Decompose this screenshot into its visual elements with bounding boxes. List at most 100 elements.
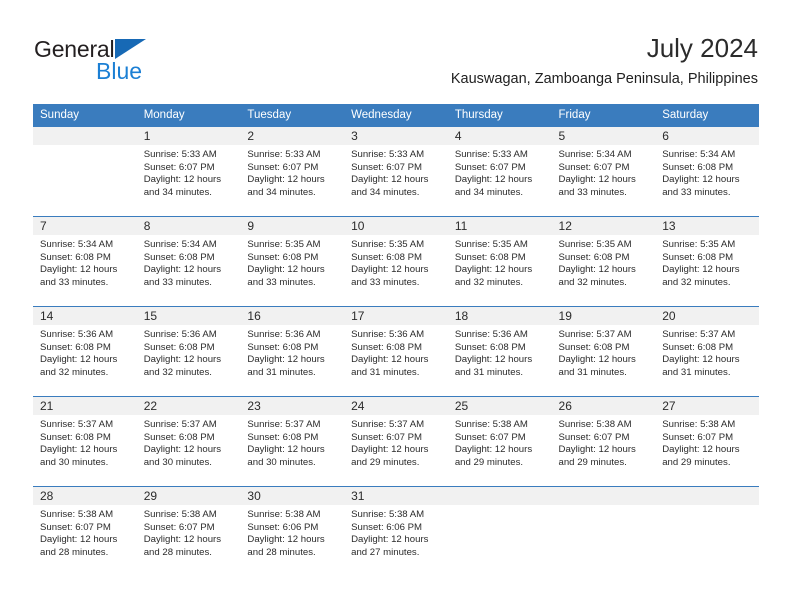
sunset-text: Sunset: 6:08 PM (454, 251, 526, 263)
calendar-day-cell[interactable]: 17 Sunrise: 5:36 AM Sunset: 6:08 PM Dayligh… (344, 306, 448, 397)
sunrise-text: Sunrise: 5:34 AM (40, 239, 114, 250)
day-cell-content: 31 Sunrise: 5:38 AM Sunset: 6:06 PM Dayligh… (344, 487, 448, 576)
sunset-text: Sunset: 6:06 PM (351, 521, 423, 533)
calendar-day-cell[interactable]: 21 Sunrise: 5:37 AM Sunset: 6:08 PM Dayligh… (33, 396, 137, 487)
calendar-day-cell[interactable]: 22 Sunrise: 5:37 AM Sunset: 6:08 PM Dayligh… (136, 396, 241, 487)
sunset-text: Sunset: 6:08 PM (662, 161, 734, 173)
daylight-text-line1: Daylight: 12 hours (454, 444, 533, 456)
weekday-header-friday: Friday (551, 104, 656, 127)
calendar-grid: Sunday Monday Tuesday Wednesday Thursday… (33, 104, 759, 576)
daylight-text-line1: Daylight: 12 hours (351, 174, 429, 186)
daylight-text-line2: and 28 minutes. (40, 546, 109, 558)
sunrise-text: Sunrise: 5:38 AM (351, 509, 425, 520)
page-header: General Blue July 2024 Kauswagan, Zamboa… (0, 0, 792, 100)
sunrise-text: Sunrise: 5:34 AM (558, 149, 632, 160)
calendar-day-cell[interactable]: 19 Sunrise: 5:37 AM Sunset: 6:08 PM Dayligh… (551, 306, 656, 397)
day-number: 12 (551, 217, 656, 235)
sunrise-text: Sunrise: 5:35 AM (351, 239, 425, 250)
calendar-day-cell[interactable]: 27 Sunrise: 5:38 AM Sunset: 6:07 PM Dayligh… (655, 396, 759, 487)
daylight-text-line2: and 34 minutes. (351, 186, 420, 198)
calendar-day-cell[interactable]: 9 Sunrise: 5:35 AM Sunset: 6:08 PM Daylight… (240, 216, 345, 307)
calendar-day-cell[interactable]: 16 Sunrise: 5:36 AM Sunset: 6:08 PM Dayligh… (240, 306, 345, 397)
calendar-day-cell[interactable]: 11 Sunrise: 5:35 AM Sunset: 6:08 PM Dayligh… (447, 216, 552, 307)
day-cell-content: 27 Sunrise: 5:38 AM Sunset: 6:07 PM Dayligh… (655, 397, 759, 486)
day-sun-info: Sunrise: 5:36 AM Sunset: 6:08 PM Daylight:… (344, 325, 448, 379)
calendar-day-cell[interactable] (447, 486, 552, 576)
daylight-text-line2: and 33 minutes. (351, 276, 420, 288)
day-cell-content: 9 Sunrise: 5:35 AM Sunset: 6:08 PM Daylight… (240, 217, 345, 306)
calendar-day-cell[interactable]: 6 Sunrise: 5:34 AM Sunset: 6:08 PM Daylight… (655, 126, 759, 217)
sunrise-text: Sunrise: 5:37 AM (247, 419, 321, 430)
sunrise-text: Sunrise: 5:38 AM (40, 509, 114, 520)
sunset-text: Sunset: 6:07 PM (247, 161, 319, 173)
calendar-day-cell[interactable]: 24 Sunrise: 5:37 AM Sunset: 6:07 PM Dayligh… (344, 396, 448, 487)
brand-triangle-icon (115, 39, 147, 59)
brand-logo[interactable]: General Blue (34, 36, 224, 88)
daylight-text-line2: and 30 minutes. (40, 456, 109, 468)
calendar-day-cell[interactable]: 2 Sunrise: 5:33 AM Sunset: 6:07 PM Daylight… (240, 126, 345, 217)
calendar-day-cell[interactable]: 5 Sunrise: 5:34 AM Sunset: 6:07 PM Daylight… (551, 126, 656, 217)
sunrise-text: Sunrise: 5:36 AM (247, 329, 321, 340)
calendar-day-cell[interactable]: 31 Sunrise: 5:38 AM Sunset: 6:06 PM Dayligh… (344, 486, 448, 576)
daylight-text-line2: and 28 minutes. (143, 546, 212, 558)
calendar-day-cell[interactable]: 29 Sunrise: 5:38 AM Sunset: 6:07 PM Dayligh… (136, 486, 241, 576)
day-number: 14 (33, 307, 137, 325)
calendar-day-cell[interactable]: 8 Sunrise: 5:34 AM Sunset: 6:08 PM Daylight… (136, 216, 241, 307)
day-sun-info: Sunrise: 5:37 AM Sunset: 6:07 PM Daylight:… (344, 415, 448, 469)
day-cell-content: 21 Sunrise: 5:37 AM Sunset: 6:08 PM Dayligh… (33, 397, 137, 486)
page-subtitle: Kauswagan, Zamboanga Peninsula, Philippi… (450, 71, 758, 87)
day-sun-info: Sunrise: 5:33 AM Sunset: 6:07 PM Daylight:… (344, 145, 448, 199)
day-sun-info: Sunrise: 5:38 AM Sunset: 6:07 PM Daylight:… (552, 415, 656, 469)
sunrise-text: Sunrise: 5:35 AM (454, 239, 528, 250)
day-sun-info: Sunrise: 5:37 AM Sunset: 6:08 PM Daylight:… (33, 415, 137, 469)
day-number: 31 (344, 487, 448, 505)
daylight-text-line1: Daylight: 12 hours (558, 174, 636, 186)
calendar-day-cell[interactable]: 15 Sunrise: 5:36 AM Sunset: 6:08 PM Dayligh… (136, 306, 241, 397)
calendar-day-cell[interactable] (33, 126, 137, 217)
daylight-text-line1: Daylight: 12 hours (40, 534, 118, 546)
day-sun-info: Sunrise: 5:35 AM Sunset: 6:08 PM Daylight:… (240, 235, 344, 289)
calendar-day-cell[interactable] (655, 486, 759, 576)
day-number: 3 (344, 127, 448, 145)
calendar-day-cell[interactable]: 18 Sunrise: 5:36 AM Sunset: 6:08 PM Dayligh… (447, 306, 552, 397)
sunrise-text: Sunrise: 5:37 AM (662, 329, 736, 340)
daylight-text-line2: and 33 minutes. (662, 186, 731, 198)
calendar-day-cell[interactable]: 25 Sunrise: 5:38 AM Sunset: 6:07 PM Dayligh… (447, 396, 552, 487)
calendar-day-cell[interactable]: 4 Sunrise: 5:33 AM Sunset: 6:07 PM Daylight… (447, 126, 552, 217)
calendar-day-cell[interactable]: 12 Sunrise: 5:35 AM Sunset: 6:08 PM Dayligh… (551, 216, 656, 307)
daylight-text-line1: Daylight: 12 hours (454, 354, 533, 366)
sunrise-text: Sunrise: 5:35 AM (247, 239, 321, 250)
sunrise-text: Sunrise: 5:33 AM (454, 149, 528, 160)
day-number: 2 (240, 127, 345, 145)
daylight-text-line2: and 29 minutes. (558, 456, 627, 468)
calendar-day-cell[interactable]: 10 Sunrise: 5:35 AM Sunset: 6:08 PM Dayligh… (344, 216, 448, 307)
calendar-day-cell[interactable]: 26 Sunrise: 5:38 AM Sunset: 6:07 PM Dayligh… (551, 396, 656, 487)
sunset-text: Sunset: 6:08 PM (40, 251, 111, 263)
day-number: 27 (655, 397, 759, 415)
daylight-text-line2: and 32 minutes. (143, 366, 212, 378)
day-cell-content: 10 Sunrise: 5:35 AM Sunset: 6:08 PM Dayligh… (344, 217, 448, 306)
day-cell-content: 2 Sunrise: 5:33 AM Sunset: 6:07 PM Daylight… (240, 127, 345, 216)
sunrise-text: Sunrise: 5:34 AM (143, 239, 217, 250)
weekday-header-thursday: Thursday (447, 104, 552, 127)
day-number: 6 (655, 127, 759, 145)
calendar-day-cell[interactable] (551, 486, 656, 576)
sunset-text: Sunset: 6:08 PM (662, 341, 734, 353)
calendar-day-cell[interactable]: 28 Sunrise: 5:38 AM Sunset: 6:07 PM Dayligh… (33, 486, 137, 576)
day-number: 23 (240, 397, 345, 415)
calendar-day-cell[interactable]: 14 Sunrise: 5:36 AM Sunset: 6:08 PM Dayligh… (33, 306, 137, 397)
calendar-day-cell[interactable]: 20 Sunrise: 5:37 AM Sunset: 6:08 PM Dayligh… (655, 306, 759, 397)
daylight-text-line2: and 30 minutes. (247, 456, 316, 468)
day-number: 9 (240, 217, 345, 235)
daylight-text-line2: and 32 minutes. (454, 276, 524, 288)
calendar-day-cell[interactable]: 1 Sunrise: 5:33 AM Sunset: 6:07 PM Daylight… (136, 126, 241, 217)
calendar-day-cell[interactable]: 3 Sunrise: 5:33 AM Sunset: 6:07 PM Daylight… (344, 126, 448, 217)
calendar-day-cell[interactable]: 13 Sunrise: 5:35 AM Sunset: 6:08 PM Dayligh… (655, 216, 759, 307)
calendar-day-cell[interactable]: 23 Sunrise: 5:37 AM Sunset: 6:08 PM Dayligh… (240, 396, 345, 487)
calendar-day-cell[interactable]: 7 Sunrise: 5:34 AM Sunset: 6:08 PM Daylight… (33, 216, 137, 307)
day-sun-info: Sunrise: 5:34 AM Sunset: 6:08 PM Daylight:… (137, 235, 241, 289)
daylight-text-line2: and 33 minutes. (143, 276, 212, 288)
calendar-day-cell[interactable]: 30 Sunrise: 5:38 AM Sunset: 6:06 PM Dayligh… (240, 486, 345, 576)
day-sun-info: Sunrise: 5:36 AM Sunset: 6:08 PM Daylight:… (448, 325, 552, 379)
daylight-text-line2: and 29 minutes. (454, 456, 524, 468)
